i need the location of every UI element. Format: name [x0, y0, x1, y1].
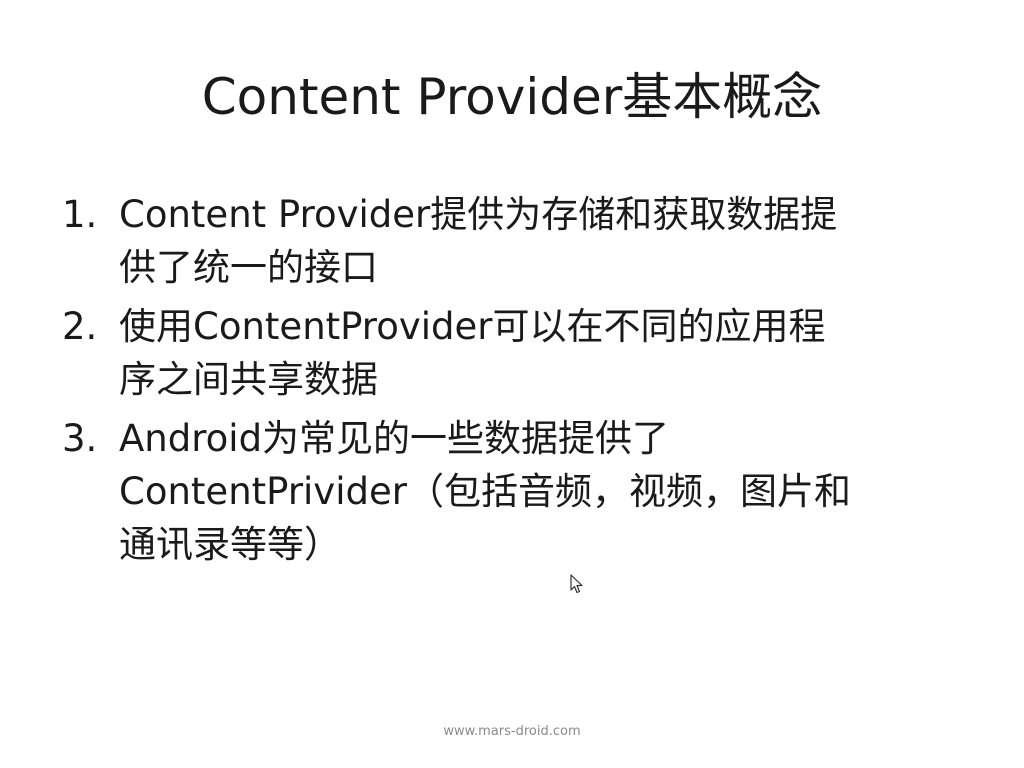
bullet-number: 1. [62, 193, 98, 236]
bullet-number: 2. [62, 305, 98, 348]
bullet-text-line: 使用ContentProvider可以在不同的应用程 [119, 305, 826, 348]
slide-title: Content Provider基本概念 [201, 68, 823, 126]
bullet-text-line: ContentPrivider（包括音频，视频，图片和 [119, 470, 851, 513]
bullet-text-line: Android为常见的一些数据提供了 [119, 417, 670, 460]
bullet-list: 1. Content Provider提供为存储和获取数据提 供了统一的接口 2… [62, 188, 962, 577]
mouse-pointer-icon [570, 574, 583, 594]
bullet-text-line: Content Provider提供为存储和获取数据提 [119, 193, 838, 236]
bullet-text-line: 序之间共享数据 [119, 358, 378, 401]
bullet-text-line: 通讯录等等） [119, 523, 341, 566]
bullet-item-3: 3. Android为常见的一些数据提供了 ContentPrivider（包括… [62, 412, 962, 571]
bullet-number: 3. [62, 417, 98, 460]
slide: Content Provider基本概念 1. Content Provider… [0, 0, 1024, 768]
footer-url: www.mars-droid.com [443, 724, 581, 739]
bullet-item-2: 2. 使用ContentProvider可以在不同的应用程 序之间共享数据 [62, 300, 962, 406]
bullet-text-line: 供了统一的接口 [119, 246, 378, 289]
bullet-item-1: 1. Content Provider提供为存储和获取数据提 供了统一的接口 [62, 188, 962, 294]
